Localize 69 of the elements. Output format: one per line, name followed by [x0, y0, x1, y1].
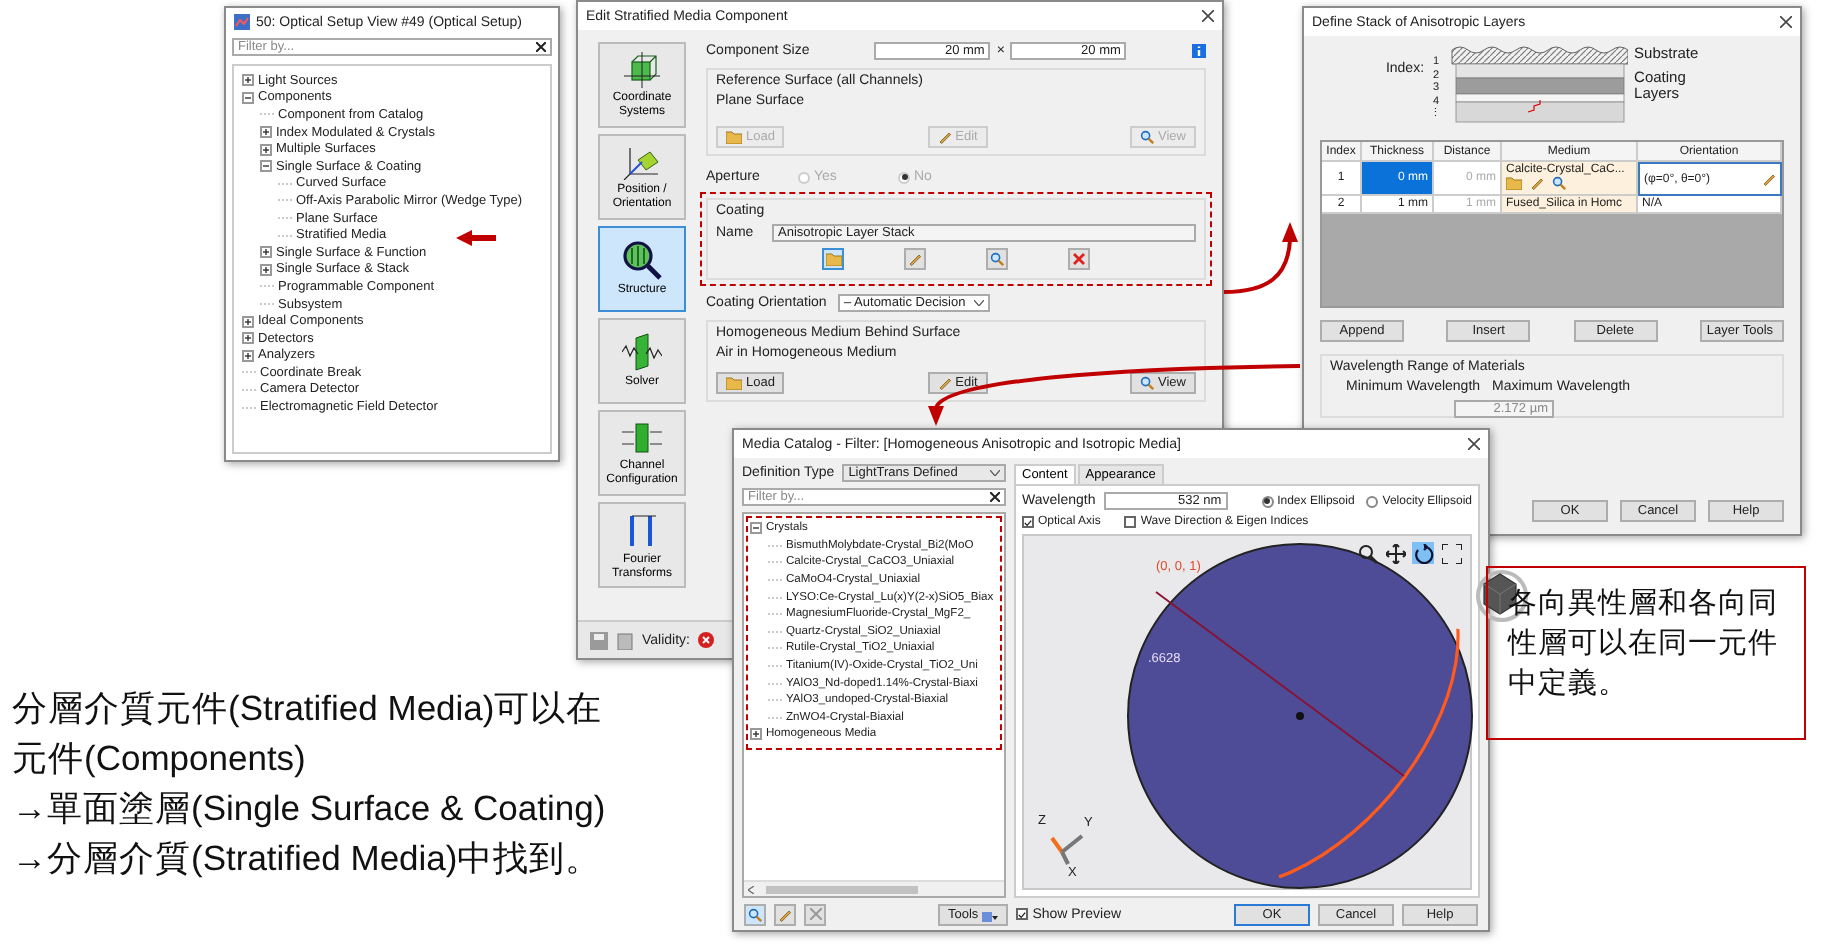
magnifier-icon — [990, 252, 1004, 266]
checkbox[interactable] — [1016, 908, 1029, 920]
pencil-icon — [1530, 176, 1544, 190]
close-icon[interactable] — [1780, 16, 1792, 28]
collapse-icon[interactable] — [260, 160, 272, 173]
view-button[interactable] — [744, 903, 766, 925]
folder-icon — [726, 130, 742, 144]
magnifier-icon — [1140, 376, 1155, 390]
pencil-icon — [937, 130, 952, 144]
expand-icon[interactable] — [260, 246, 272, 259]
zoom-icon[interactable] — [1356, 542, 1378, 564]
note-box: 各向異性層和各向同性層可以在同一元件中定義。 — [1486, 566, 1806, 740]
caret-icon — [974, 300, 984, 306]
expand-icon[interactable] — [242, 349, 254, 362]
magnifier-icon — [622, 240, 662, 281]
pencil-icon — [908, 252, 922, 266]
clipboard-icon[interactable] — [616, 631, 634, 649]
expand-icon[interactable] — [242, 74, 254, 87]
view-button[interactable] — [986, 248, 1008, 270]
pencil-icon — [937, 376, 952, 390]
magnifier-icon — [1140, 130, 1155, 144]
rotate-icon[interactable] — [1412, 542, 1434, 564]
delete-icon — [809, 908, 821, 920]
collapse-icon[interactable] — [750, 522, 762, 535]
load-button[interactable] — [822, 248, 844, 270]
expand-icon[interactable] — [242, 332, 254, 345]
radio-button[interactable] — [1261, 495, 1274, 507]
expand-icon[interactable] — [242, 315, 254, 328]
clear-icon[interactable] — [536, 42, 546, 52]
arrow — [1223, 222, 1298, 294]
folder-icon — [1506, 176, 1522, 190]
folder-icon — [726, 376, 742, 390]
move-icon[interactable] — [1384, 542, 1406, 564]
fit-view-icon[interactable] — [1440, 542, 1462, 564]
magnifier-icon — [748, 907, 762, 921]
checkbox[interactable] — [1022, 516, 1034, 528]
expand-icon[interactable] — [260, 143, 272, 156]
caption-text: 分層介質元件(Stratified Media)可以在 — [12, 686, 605, 730]
magnifier-icon — [1552, 176, 1566, 190]
axes-square-icon — [622, 143, 662, 180]
caption-text: →分層介質(Stratified Media)中找到。 — [12, 836, 604, 880]
close-icon[interactable] — [1468, 438, 1480, 450]
arrow — [456, 230, 496, 246]
close-icon[interactable] — [1202, 10, 1214, 22]
cube-axes-icon — [622, 51, 662, 88]
app-icon — [234, 14, 250, 30]
checkbox[interactable] — [1124, 516, 1137, 528]
edit-button[interactable] — [774, 903, 796, 925]
scroll-left-icon[interactable] — [748, 885, 754, 893]
delete-icon — [1072, 252, 1086, 266]
radio-button[interactable] — [1366, 495, 1379, 507]
caption-text: 元件(Components) — [12, 736, 308, 780]
pencil-icon — [1762, 172, 1776, 186]
caption-text: →單面塗層(Single Surface & Coating) — [12, 786, 606, 830]
folder-icon — [825, 252, 841, 266]
delete-button[interactable] — [1068, 248, 1090, 270]
expand-icon[interactable] — [260, 263, 272, 276]
caret-icon — [990, 470, 1000, 476]
edit-button[interactable] — [904, 248, 926, 270]
plate-wave-icon — [622, 332, 662, 373]
pencil-icon — [778, 907, 792, 921]
collapse-icon[interactable] — [242, 91, 254, 104]
clear-icon[interactable] — [990, 492, 1000, 502]
tree-connector-icon — [260, 110, 274, 119]
channel-icon — [620, 419, 664, 456]
tools-icon — [982, 907, 999, 921]
expand-icon[interactable] — [750, 728, 762, 741]
info-icon[interactable] — [1191, 44, 1206, 58]
expand-icon[interactable] — [260, 126, 272, 139]
